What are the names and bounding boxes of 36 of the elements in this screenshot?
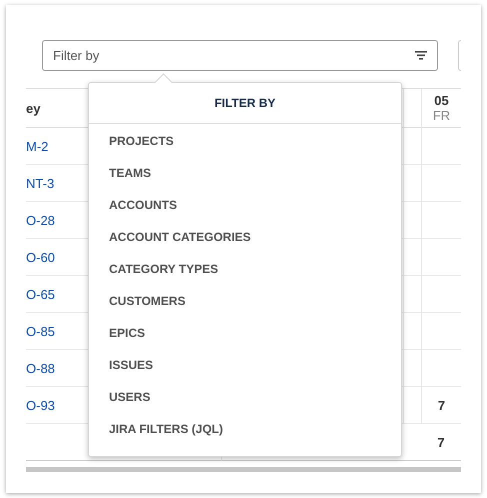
column-header: ey — [26, 100, 40, 116]
table-cell — [403, 239, 421, 276]
menu-item[interactable]: JIRA FILTERS (JQL) — [89, 413, 401, 445]
dropdown-title: FILTER BY — [89, 83, 401, 124]
menu-item[interactable]: USERS — [89, 381, 401, 413]
filter-field[interactable]: Filter by — [42, 40, 438, 71]
table-cell — [403, 202, 421, 239]
menu-item[interactable]: ACCOUNTS — [89, 189, 401, 221]
table-cell: 7 — [421, 387, 461, 424]
issue-key-link[interactable]: O-88 — [26, 360, 55, 376]
issue-key-link[interactable]: M-2 — [26, 138, 48, 154]
issue-key-link[interactable]: NT-3 — [26, 176, 54, 190]
total-cell: 7 — [421, 424, 461, 461]
table-cell — [403, 387, 421, 424]
issue-key-link[interactable]: O-65 — [26, 286, 55, 302]
menu-item[interactable]: PROJECTS — [89, 125, 401, 157]
table-cell — [403, 276, 421, 313]
menu-item[interactable]: ACCOUNT CATEGORIES — [89, 221, 401, 253]
menu-item[interactable]: CATEGORY TYPES — [89, 253, 401, 285]
table-cell — [403, 350, 421, 387]
issue-key-link[interactable]: O-93 — [26, 398, 55, 412]
issue-key-link[interactable]: O-28 — [26, 212, 55, 228]
table-cell — [403, 313, 421, 350]
filter-icon — [415, 51, 427, 60]
side-button[interactable] — [458, 40, 461, 71]
menu-item[interactable]: TEAMS — [89, 157, 401, 189]
day-number: 05 — [434, 93, 449, 108]
table-cell — [403, 128, 421, 165]
issue-key-link[interactable]: O-85 — [26, 324, 55, 338]
menu-item[interactable]: CUSTOMERS — [89, 285, 401, 317]
weekday-label: FR — [432, 108, 450, 123]
scrollbar[interactable] — [26, 467, 461, 472]
issue-key-link[interactable]: O-60 — [26, 250, 55, 264]
table-cell — [403, 165, 421, 202]
menu-item[interactable]: ISSUES — [89, 349, 401, 381]
menu-item[interactable]: EPICS — [89, 317, 401, 349]
